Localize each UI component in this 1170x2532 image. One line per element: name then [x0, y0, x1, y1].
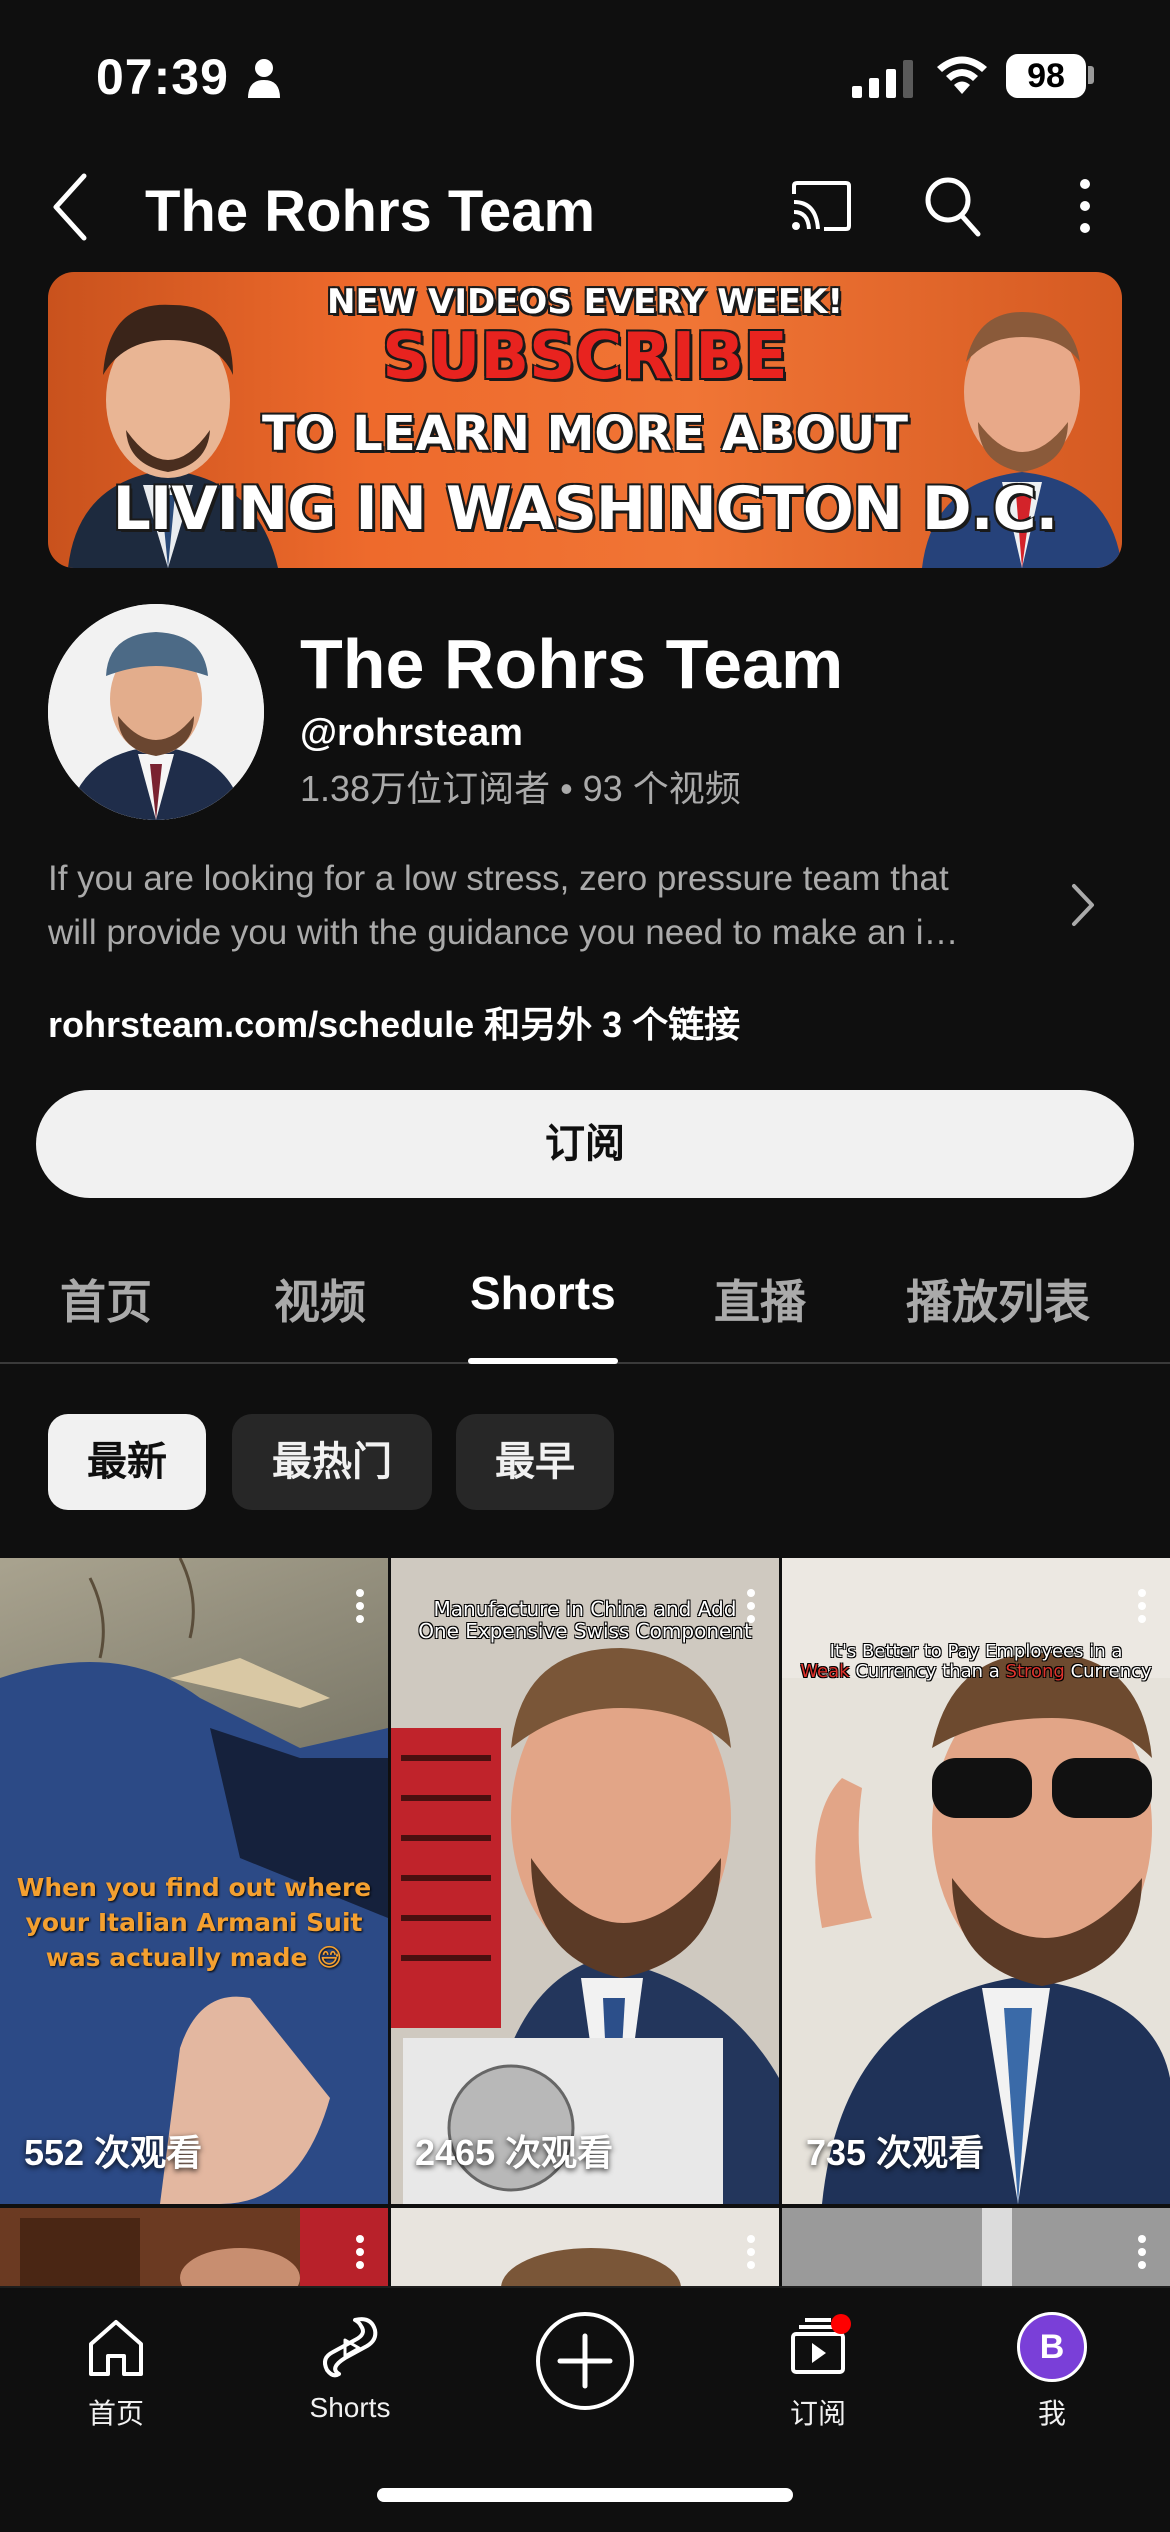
chip-latest[interactable]: 最新 — [48, 1414, 206, 1510]
tab-home[interactable]: 首页 — [60, 1266, 152, 1332]
battery-indicator: 98 — [1006, 54, 1086, 98]
short-more-icon[interactable] — [745, 1588, 757, 1624]
short-card[interactable] — [391, 2208, 779, 2286]
channel-stats: 1.38万位订阅者 • 93 个视频 — [300, 768, 741, 809]
channel-avatar[interactable] — [48, 604, 264, 820]
user-avatar: B — [1017, 2312, 1087, 2382]
short-view-count: 552 次观看 — [24, 2132, 203, 2173]
short-card[interactable] — [782, 2208, 1170, 2286]
channel-header: The Rohrs Team — [0, 160, 1170, 260]
banner-text-line3: TO LEARN MORE ABOUT — [262, 406, 908, 462]
active-tab-indicator — [468, 1358, 618, 1364]
shorts-icon — [323, 2317, 378, 2378]
chip-popular[interactable]: 最热门 — [232, 1414, 432, 1510]
status-bar: 07:39 98 — [0, 0, 1170, 150]
short-card[interactable] — [0, 2208, 388, 2286]
banner-text-line2: SUBSCRIBE — [382, 320, 788, 394]
subscribe-button[interactable]: 订阅 — [36, 1090, 1134, 1198]
tab-live[interactable]: 直播 — [714, 1266, 806, 1332]
short-card[interactable]: When you find out where your Italian Arm… — [0, 1558, 388, 2204]
back-arrow-icon[interactable] — [50, 172, 90, 242]
tab-playlists[interactable]: 播放列表 — [906, 1266, 1090, 1332]
banner-text-line4: LIVING IN WASHINGTON D.C. — [112, 474, 1059, 544]
home-indicator — [377, 2488, 793, 2502]
nav-home[interactable]: 首页 — [36, 2312, 196, 2432]
nav-me[interactable]: B 我 — [972, 2312, 1132, 2432]
subscriptions-icon — [791, 2314, 851, 2374]
channel-links[interactable]: rohrsteam.com/schedule 和另外 3 个链接 — [48, 996, 740, 1048]
short-view-count: 735 次观看 — [806, 2132, 985, 2173]
chevron-right-icon[interactable] — [1068, 880, 1098, 930]
short-thumbnail-partial — [501, 2248, 681, 2286]
channel-handle: @rohrsteam — [300, 712, 523, 754]
person-icon — [248, 59, 280, 98]
channel-banner: NEW VIDEOS EVERY WEEK! SUBSCRIBE TO LEAR… — [48, 272, 1122, 568]
header-title: The Rohrs Team — [145, 179, 596, 244]
create-button[interactable] — [536, 2312, 634, 2410]
plus-icon — [557, 2333, 613, 2389]
short-caption-line-2: One Expensive Swiss Component — [418, 1619, 752, 1643]
cast-icon[interactable] — [790, 180, 852, 232]
short-caption-line-2: Weak Currency than a Strong Currency — [782, 1662, 1170, 1682]
short-more-icon[interactable] — [354, 1588, 366, 1624]
short-thumbnail-partial — [782, 2208, 1170, 2286]
short-caption-line-1: Manufacture in China and Add — [433, 1597, 737, 1621]
nav-me-label: 我 — [1037, 2398, 1066, 2429]
tab-videos[interactable]: 视频 — [274, 1266, 366, 1332]
short-caption: Manufacture in China and Add One Expensi… — [391, 1598, 779, 1642]
short-caption: It's Better to Pay Employees in a Weak C… — [782, 1642, 1170, 1682]
short-more-icon[interactable] — [745, 2234, 757, 2270]
nav-shorts-label: Shorts — [309, 2392, 391, 2423]
channel-tabs: 首页 视频 Shorts 直播 播放列表 — [0, 1240, 1170, 1364]
nav-shorts[interactable]: Shorts — [270, 2312, 430, 2424]
banner-text-line1: NEW VIDEOS EVERY WEEK! — [326, 282, 843, 322]
chip-oldest[interactable]: 最早 — [456, 1414, 614, 1510]
caption-end: Currency — [1064, 1661, 1152, 1682]
short-card[interactable]: It's Better to Pay Employees in a Weak C… — [782, 1558, 1170, 2204]
short-thumbnail-china — [391, 1648, 779, 2204]
description-line-2: will provide you with the guidance you n… — [48, 913, 959, 952]
nav-subscriptions-label: 订阅 — [789, 2398, 846, 2429]
channel-description[interactable]: If you are looking for a low stress, zer… — [48, 852, 1048, 960]
description-line-1: If you are looking for a low stress, zer… — [48, 859, 949, 898]
channel-name: The Rohrs Team — [300, 625, 844, 703]
status-time: 07:39 — [96, 49, 229, 105]
home-icon — [89, 2320, 143, 2376]
short-more-icon[interactable] — [354, 2234, 366, 2270]
nav-subscriptions[interactable]: 订阅 — [738, 2312, 898, 2432]
cellular-signal-icon — [852, 60, 913, 98]
tab-shorts[interactable]: Shorts — [470, 1266, 616, 1320]
wifi-icon — [937, 56, 987, 94]
nav-home-label: 首页 — [87, 2398, 144, 2429]
short-caption: When you find out where your Italian Arm… — [16, 1873, 372, 1972]
short-more-icon[interactable] — [1136, 1588, 1148, 1624]
search-icon[interactable] — [922, 174, 982, 238]
short-more-icon[interactable] — [1136, 2234, 1148, 2270]
channel-avatar-image — [48, 604, 264, 820]
caption-middle: Currency than a — [849, 1661, 1006, 1682]
short-thumbnail-partial — [20, 2208, 388, 2286]
more-options-icon[interactable] — [1068, 174, 1102, 238]
short-view-count: 2465 次观看 — [415, 2132, 614, 2173]
caption-weak: Weak — [800, 1661, 850, 1682]
short-card[interactable]: Manufacture in China and Add One Expensi… — [391, 1558, 779, 2204]
short-caption-line-1: It's Better to Pay Employees in a — [829, 1641, 1123, 1662]
caption-strong: Strong — [1005, 1661, 1065, 1682]
battery-tip — [1088, 66, 1094, 84]
